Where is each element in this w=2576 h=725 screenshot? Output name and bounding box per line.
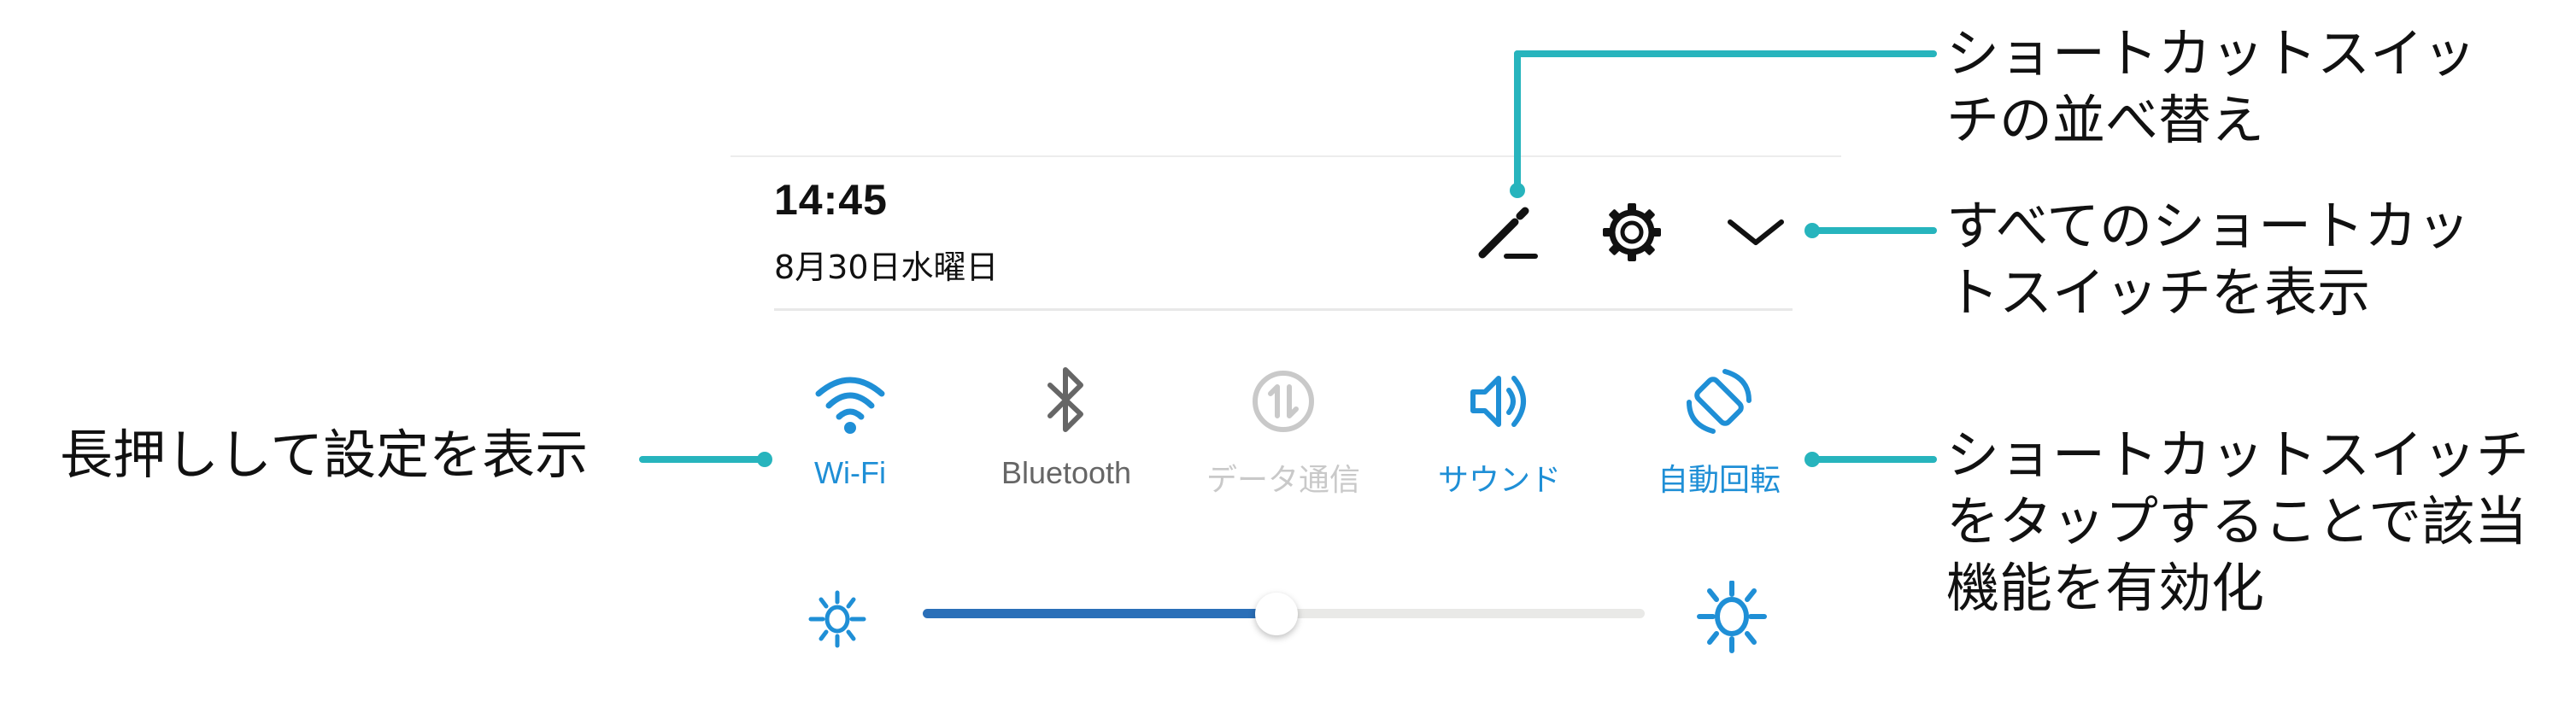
leader-dot-show-all: [1804, 223, 1820, 238]
gear-icon: [1603, 203, 1661, 261]
leader-line-reorder-horizontal: [1514, 50, 1937, 57]
mobile-data-icon: [1253, 371, 1314, 432]
callout-long-press-text: 長押しして設定を表示: [60, 424, 589, 486]
wifi-icon: [815, 377, 885, 434]
callout-tap-enable-text: ショートカットスイッチ をタップすることで該当 機能を有効化: [1946, 424, 2530, 619]
clock-time: 14:45: [774, 176, 888, 224]
brightness-low-icon: [808, 590, 866, 648]
toggle-label: Bluetooth: [1000, 455, 1132, 490]
panel-top-border: [731, 155, 1841, 157]
toggle-bluetooth[interactable]: Bluetooth: [964, 363, 1169, 512]
toggle-label: データ通信: [1206, 462, 1360, 497]
edit-pencil-icon: [1478, 207, 1538, 259]
leader-line-tap-enable: [1811, 456, 1937, 463]
toggle-mobile-data[interactable]: データ通信: [1181, 363, 1386, 512]
expand-button[interactable]: [1722, 198, 1790, 266]
toggle-sound[interactable]: サウンド: [1397, 363, 1602, 512]
settings-button[interactable]: [1598, 198, 1666, 266]
brightness-slider[interactable]: [923, 593, 1645, 635]
edit-shortcuts-button[interactable]: [1474, 198, 1542, 266]
toggle-wifi[interactable]: Wi-Fi: [748, 363, 953, 512]
brightness-slider-fill: [923, 609, 1277, 618]
brightness-high-icon: [1697, 581, 1767, 653]
date-label: 8月30日水曜日: [774, 248, 999, 286]
toggle-auto-rotate[interactable]: 自動回転: [1617, 363, 1822, 512]
chevron-down-icon: [1728, 219, 1784, 245]
bluetooth-icon: [1047, 367, 1083, 432]
leader-line-reorder-vertical: [1514, 50, 1521, 190]
toggle-label: 自動回転: [1657, 462, 1781, 497]
sound-icon: [1470, 376, 1526, 427]
auto-rotate-icon: [1687, 369, 1752, 434]
header-divider: [774, 308, 1793, 311]
callout-reorder-text: ショートカットスイッ チの並べ替え: [1946, 22, 2477, 151]
leader-dot-tap-enable: [1804, 452, 1820, 467]
leader-line-long-press: [639, 456, 766, 463]
callout-show-all-text: すべてのショートカッ トスイッチを表示: [1946, 195, 2471, 324]
leader-dot-long-press: [757, 452, 772, 467]
leader-line-show-all: [1811, 227, 1937, 234]
brightness-slider-thumb[interactable]: [1255, 593, 1299, 635]
leader-dot-reorder: [1510, 183, 1525, 198]
toggle-label: サウンド: [1437, 462, 1561, 497]
toggle-label: Wi-Fi: [814, 455, 886, 490]
